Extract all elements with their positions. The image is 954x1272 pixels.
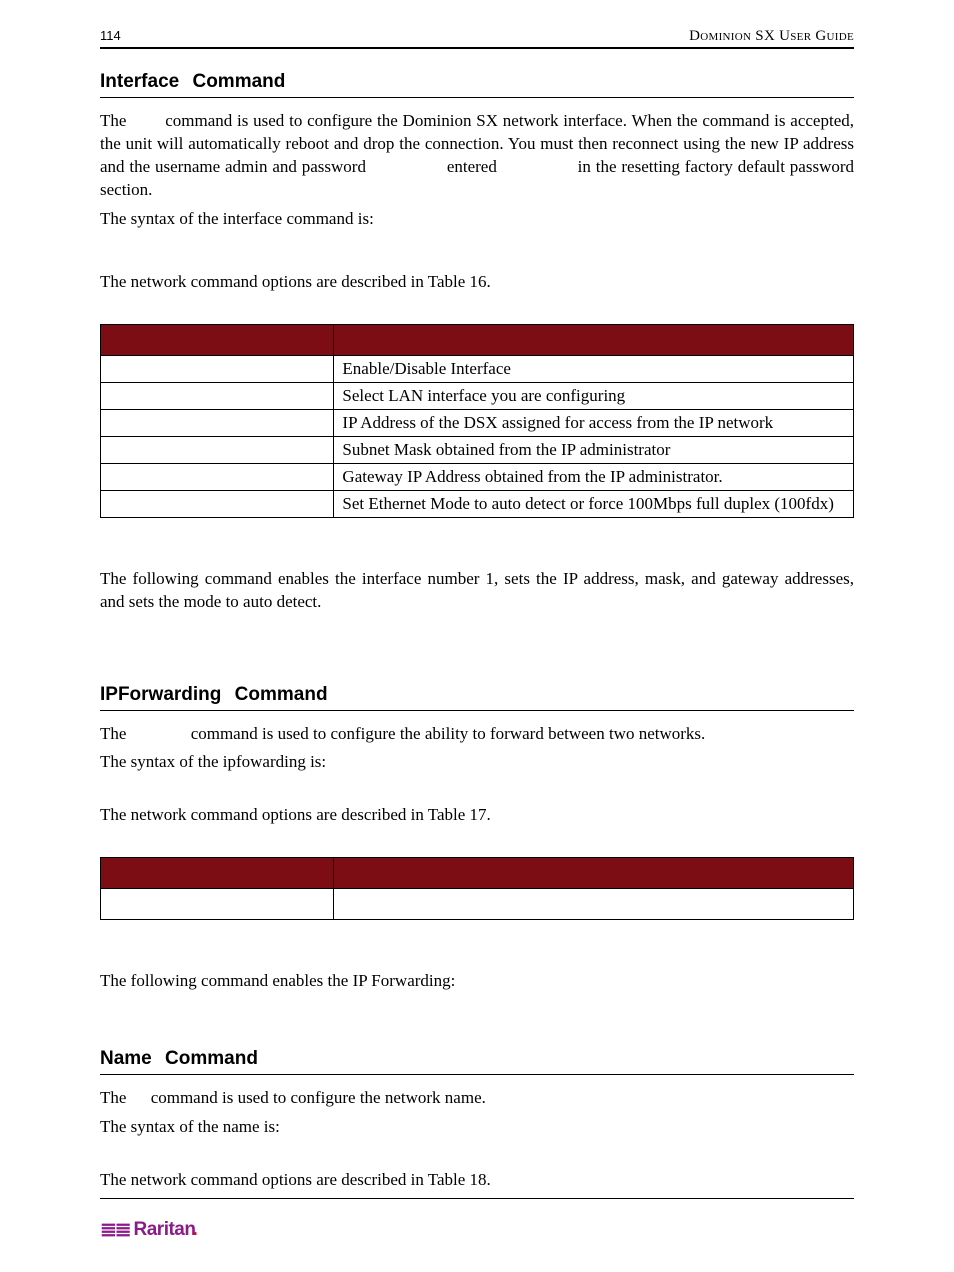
table-header xyxy=(334,324,854,355)
paragraph: The command is used to configure the net… xyxy=(100,1087,854,1110)
paragraph: The syntax of the interface command is: xyxy=(100,208,854,231)
table-cell: IP Address of the DSX assigned for acces… xyxy=(334,409,854,436)
table-cell xyxy=(101,409,334,436)
brand-name: Raritan xyxy=(134,1219,196,1240)
section-heading-name: Name Command xyxy=(100,1048,854,1075)
table-cell xyxy=(101,463,334,490)
table-row: Enable/Disable Interface xyxy=(101,355,854,382)
page-header: 114 Dominion SX User Guide xyxy=(100,28,854,49)
table-cell xyxy=(101,889,334,920)
table-row xyxy=(101,889,854,920)
table-cell xyxy=(334,889,854,920)
table-header xyxy=(101,858,334,889)
footer-logo: ≣≣ Raritan. xyxy=(100,1217,854,1242)
table-cell: Set Ethernet Mode to auto detect or forc… xyxy=(334,490,854,517)
paragraph: The network command options are describe… xyxy=(100,271,854,294)
section-heading-ipforwarding: IPForwarding Command xyxy=(100,684,854,711)
table-interface-options: Enable/Disable Interface Select LAN inte… xyxy=(100,324,854,518)
section-heading-interface: Interface Command xyxy=(100,71,854,98)
doc-title: Dominion SX User Guide xyxy=(689,28,854,45)
brand-dot: . xyxy=(192,1219,197,1240)
paragraph: The syntax of the ipfowarding is: xyxy=(100,751,854,774)
table-cell: Subnet Mask obtained from the IP adminis… xyxy=(334,436,854,463)
paragraph: The following command enables the IP For… xyxy=(100,970,854,993)
table-cell xyxy=(101,436,334,463)
table-ipforwarding-options xyxy=(100,857,854,920)
table-header-row xyxy=(101,858,854,889)
table-row: Set Ethernet Mode to auto detect or forc… xyxy=(101,490,854,517)
page-number: 114 xyxy=(100,28,121,43)
table-cell: Gateway IP Address obtained from the IP … xyxy=(334,463,854,490)
raritan-icon: ≣≣ xyxy=(100,1217,130,1242)
table-row: IP Address of the DSX assigned for acces… xyxy=(101,409,854,436)
paragraph: The syntax of the name is: xyxy=(100,1116,854,1139)
table-cell: Select LAN interface you are configuring xyxy=(334,382,854,409)
table-cell xyxy=(101,490,334,517)
paragraph: The command is used to configure the abi… xyxy=(100,723,854,746)
paragraph: The command is used to configure the Dom… xyxy=(100,110,854,202)
table-cell xyxy=(101,382,334,409)
table-row: Gateway IP Address obtained from the IP … xyxy=(101,463,854,490)
paragraph: The network command options are describe… xyxy=(100,804,854,827)
table-header xyxy=(101,324,334,355)
table-row: Subnet Mask obtained from the IP adminis… xyxy=(101,436,854,463)
table-row: Select LAN interface you are configuring xyxy=(101,382,854,409)
table-header-row xyxy=(101,324,854,355)
table-header xyxy=(334,858,854,889)
table-cell xyxy=(101,355,334,382)
paragraph: The following command enables the interf… xyxy=(100,568,854,614)
table-cell: Enable/Disable Interface xyxy=(334,355,854,382)
paragraph: The network command options are describe… xyxy=(100,1169,854,1199)
